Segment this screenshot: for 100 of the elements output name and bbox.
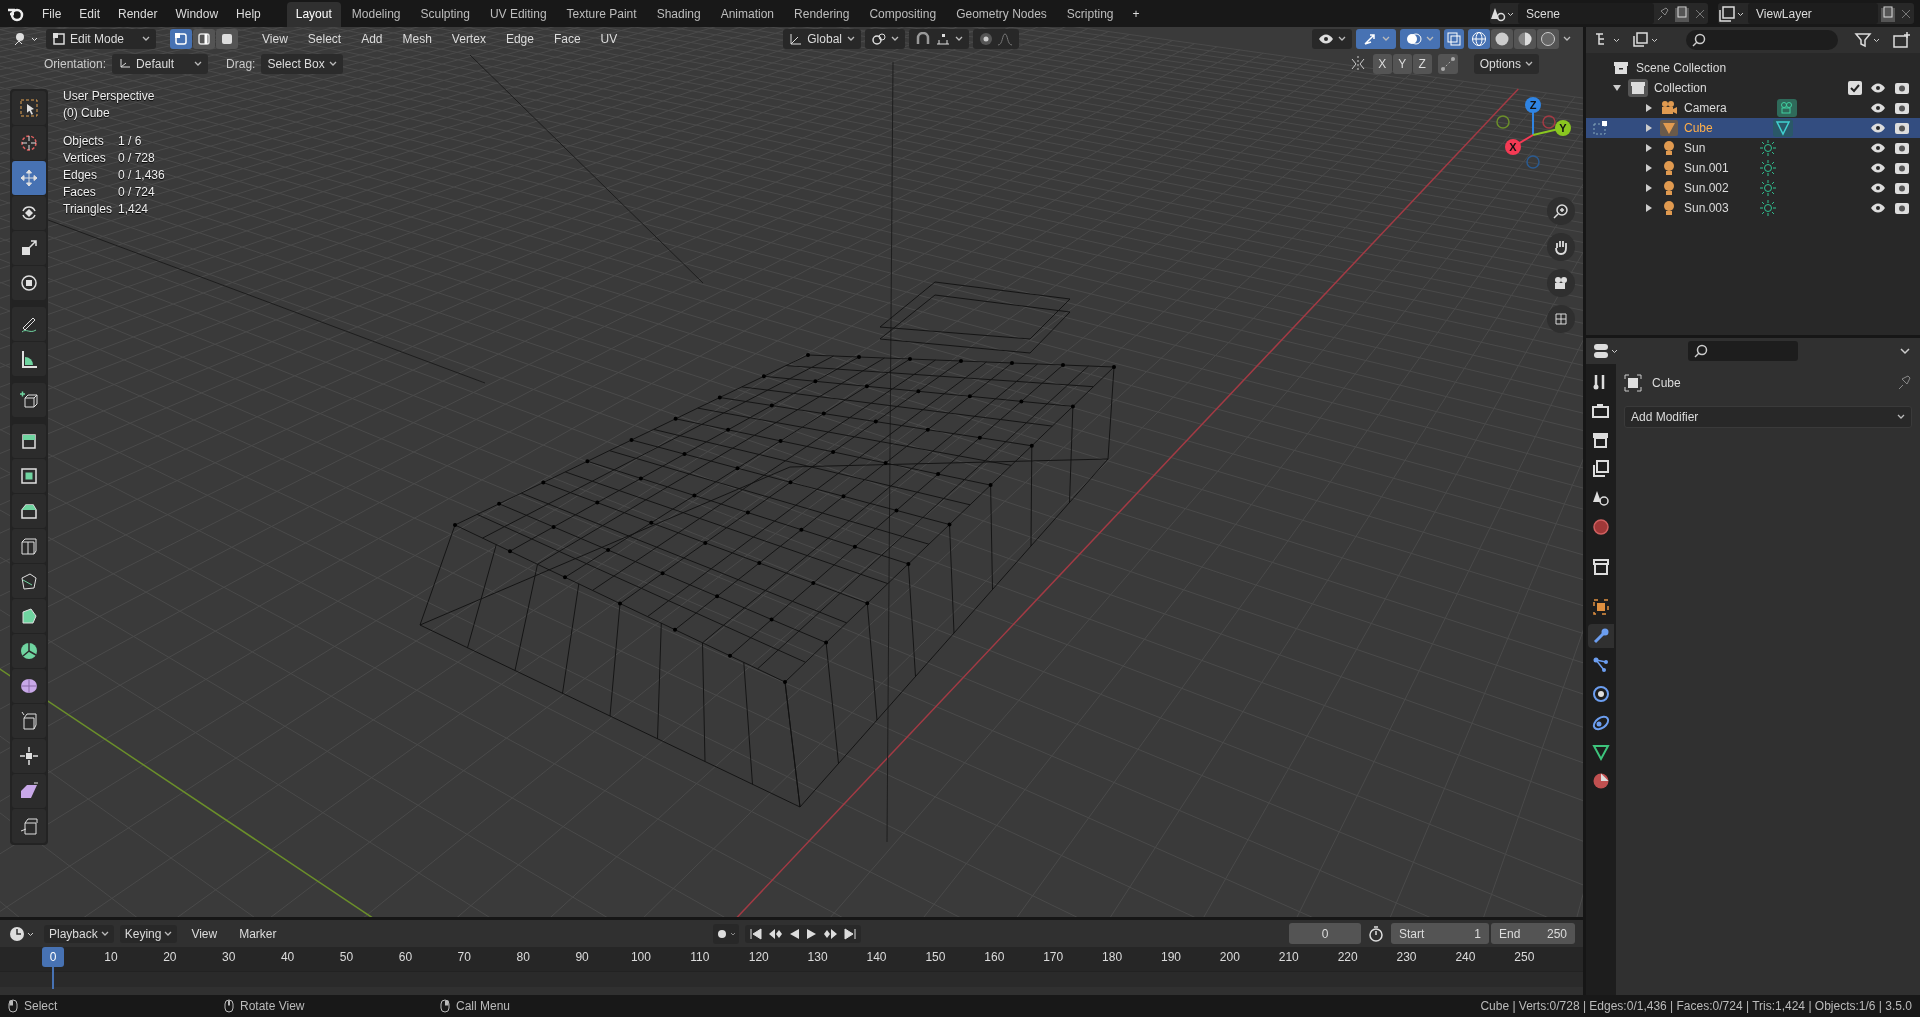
menu-item[interactable]: Edge: [497, 29, 542, 49]
menu-item[interactable]: Edit: [71, 3, 109, 24]
outliner-row[interactable]: Scene Collection: [1586, 58, 1920, 78]
workspace-tab[interactable]: Geometry Nodes: [947, 2, 1056, 27]
stopwatch-icon[interactable]: [1367, 924, 1385, 943]
camera-icon[interactable]: [1894, 161, 1910, 175]
tool-button[interactable]: [12, 342, 46, 376]
eye-icon[interactable]: [1870, 201, 1886, 215]
tool-button[interactable]: [12, 424, 46, 458]
camera-icon[interactable]: [1894, 101, 1910, 115]
options-dropdown[interactable]: Options: [1473, 54, 1539, 74]
workspace-tab[interactable]: Scripting: [1057, 2, 1123, 27]
tool-button[interactable]: [12, 739, 46, 773]
tool-button[interactable]: [12, 459, 46, 493]
menu-item[interactable]: File: [34, 3, 70, 24]
workspace-tab[interactable]: Sculpting: [411, 2, 479, 27]
outliner-row[interactable]: Sun.002: [1586, 178, 1920, 198]
workspace-tab[interactable]: Shading: [647, 2, 710, 27]
perspective-button[interactable]: [1547, 305, 1575, 333]
orientation-dropdown[interactable]: Global: [783, 29, 862, 49]
pivot-dropdown[interactable]: [865, 29, 906, 49]
add-workspace-button[interactable]: +: [1124, 3, 1148, 24]
menu-item[interactable]: Playback: [44, 924, 114, 943]
menu-item[interactable]: Marker: [231, 923, 285, 944]
jump-start-icon[interactable]: [748, 926, 763, 941]
tool-button[interactable]: [12, 231, 46, 265]
outliner-row[interactable]: Sun.003: [1586, 198, 1920, 218]
menu-item[interactable]: UV: [592, 29, 626, 49]
menu-item[interactable]: Add: [353, 29, 391, 49]
pan-button[interactable]: [1547, 233, 1575, 261]
snap-dropdown[interactable]: [909, 29, 970, 49]
menu-item[interactable]: Mesh: [394, 29, 440, 49]
visibility-dropdown[interactable]: [1312, 29, 1352, 49]
drag-dropdown[interactable]: Select Box: [261, 54, 343, 74]
mirror-axis-button[interactable]: Z: [1412, 54, 1432, 74]
tool-button[interactable]: [12, 599, 46, 633]
tool-button[interactable]: [12, 634, 46, 668]
menu-item[interactable]: Select: [299, 29, 350, 49]
workspace-tab[interactable]: Compositing: [860, 2, 946, 27]
camera-icon[interactable]: [1894, 181, 1910, 195]
eye-icon[interactable]: [1870, 121, 1886, 135]
proportional-dropdown[interactable]: [973, 29, 1020, 49]
playhead-frame[interactable]: 0: [42, 947, 64, 967]
camera-view-button[interactable]: [1547, 269, 1575, 297]
menu-item[interactable]: Help: [228, 3, 269, 24]
camera-icon[interactable]: [1894, 81, 1910, 95]
tool-button[interactable]: [12, 564, 46, 598]
outliner-row[interactable]: Collection: [1586, 78, 1920, 98]
overlay-dropdown[interactable]: [1400, 29, 1440, 49]
tool-button[interactable]: [12, 266, 46, 300]
next-keyframe-icon[interactable]: [822, 926, 839, 941]
eye-icon[interactable]: [1870, 101, 1886, 115]
workspace-tab[interactable]: Rendering: [785, 2, 859, 27]
tool-button[interactable]: [12, 307, 46, 341]
camera-icon[interactable]: [1894, 201, 1910, 215]
eye-icon[interactable]: [1870, 161, 1886, 175]
new-collection-icon[interactable]: [1892, 31, 1912, 49]
scene-selector[interactable]: Scene: [1490, 3, 1708, 24]
properties-tab[interactable]: [1588, 624, 1614, 648]
menu-item[interactable]: Window: [167, 3, 227, 24]
xray-icon[interactable]: [1444, 29, 1464, 49]
eye-icon[interactable]: [1870, 141, 1886, 155]
tool-button[interactable]: [12, 494, 46, 528]
face-select-button[interactable]: [216, 29, 238, 49]
add-modifier-dropdown[interactable]: Add Modifier: [1624, 406, 1912, 428]
start-frame-field[interactable]: Start 1: [1391, 923, 1489, 944]
menu-item[interactable]: View: [254, 29, 296, 49]
checkbox-icon[interactable]: [1848, 81, 1862, 95]
orientation-dropdown[interactable]: Default: [112, 54, 209, 74]
vertex-select-button[interactable]: [170, 29, 192, 49]
copy-icon[interactable]: [1672, 4, 1692, 23]
outliner-row[interactable]: Sun.001: [1586, 158, 1920, 178]
camera-icon[interactable]: [1894, 121, 1910, 135]
shading-button[interactable]: [1491, 29, 1513, 49]
outliner-row[interactable]: Sun: [1586, 138, 1920, 158]
tool-button[interactable]: [12, 774, 46, 808]
mirror-axis-button[interactable]: Y: [1392, 54, 1412, 74]
workspace-tab[interactable]: Modeling: [342, 2, 410, 27]
copy-icon[interactable]: [1878, 4, 1898, 23]
eye-icon[interactable]: [1870, 181, 1886, 195]
shading-button[interactable]: [1537, 29, 1559, 49]
search-field[interactable]: [1688, 341, 1798, 361]
axis-gizmo[interactable]: X Y Z: [1493, 95, 1573, 175]
workspace-tab[interactable]: Layout: [286, 2, 341, 27]
workspace-tab[interactable]: UV Editing: [480, 2, 556, 27]
tool-button[interactable]: [12, 196, 46, 230]
shading-button[interactable]: [1468, 29, 1490, 49]
outliner-row[interactable]: Cube: [1586, 118, 1920, 138]
expanded-arrow-icon[interactable]: [1612, 83, 1622, 93]
workspace-tab[interactable]: Animation: [711, 2, 784, 27]
jump-end-icon[interactable]: [842, 926, 857, 941]
end-frame-field[interactable]: End 250: [1491, 923, 1575, 944]
tool-button[interactable]: [12, 383, 46, 417]
edge-select-button[interactable]: [193, 29, 215, 49]
pin-icon[interactable]: [1896, 375, 1912, 391]
record-icon[interactable]: [712, 923, 739, 944]
auto-merge-icon[interactable]: [1437, 54, 1458, 74]
view-layer-selector[interactable]: ViewLayer: [1718, 3, 1914, 24]
tool-button[interactable]: [12, 91, 46, 125]
menu-item[interactable]: Keying: [119, 924, 178, 943]
